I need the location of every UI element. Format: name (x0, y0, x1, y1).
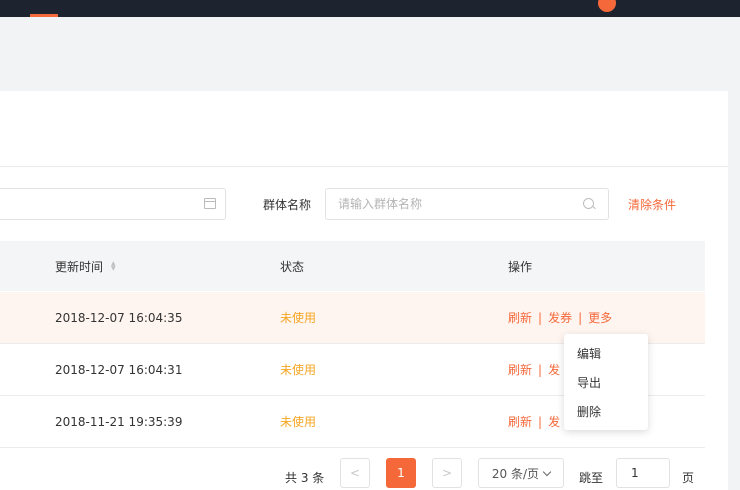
jump-page-input[interactable] (616, 458, 670, 488)
date-range-input[interactable] (0, 188, 226, 220)
active-nav-indicator (30, 14, 58, 17)
chevron-down-icon (542, 467, 552, 476)
sort-icon[interactable]: ▲ ▼ (111, 261, 116, 272)
search-icon[interactable] (583, 198, 594, 209)
actions-cell: 刷新 | 发 (508, 361, 561, 378)
menu-item-edit[interactable]: 编辑 (577, 345, 601, 362)
more-link[interactable]: 更多 (588, 309, 612, 326)
header-actions: 操作 (508, 259, 533, 274)
issue-coupon-link[interactable]: 发 (548, 361, 560, 378)
pagination-total: 共 3 条 (285, 471, 325, 485)
status-cell: 未使用 (280, 415, 317, 429)
issue-coupon-link[interactable]: 发 (548, 413, 560, 430)
card-divider (0, 166, 728, 167)
more-dropdown-menu: 编辑 导出 删除 (564, 334, 648, 430)
table-header: 更新时间 ▲ ▼ 状态 操作 (0, 241, 705, 291)
content-card: 群体名称 清除条件 更新时间 ▲▼ 状态 操作 2018-12-07 16:04… (0, 91, 728, 490)
update-time-cell: 2018-12-07 16:04:31 (55, 362, 183, 377)
issue-coupon-link[interactable]: 发券 (548, 309, 572, 326)
menu-item-delete[interactable]: 删除 (577, 403, 601, 420)
update-time-cell: 2018-12-07 16:04:35 (55, 310, 183, 325)
prev-page-button[interactable]: < (340, 458, 370, 488)
refresh-link[interactable]: 刷新 (508, 309, 532, 326)
group-name-search[interactable] (325, 188, 609, 220)
menu-item-export[interactable]: 导出 (577, 374, 601, 391)
update-time-cell: 2018-11-21 19:35:39 (55, 414, 183, 429)
page-unit-label: 页 (682, 471, 695, 485)
status-cell: 未使用 (280, 311, 317, 325)
status-cell: 未使用 (280, 363, 317, 377)
jump-to-label: 跳至 (579, 471, 604, 485)
user-avatar[interactable] (598, 0, 616, 12)
top-navbar (0, 0, 740, 17)
header-status: 状态 (280, 259, 305, 274)
refresh-link[interactable]: 刷新 (508, 361, 532, 378)
group-name-input[interactable] (338, 196, 568, 212)
group-name-label: 群体名称 (263, 198, 312, 212)
refresh-link[interactable]: 刷新 (508, 413, 532, 430)
calendar-icon (204, 198, 216, 209)
page-size-select[interactable]: 20 条/页 (478, 458, 564, 488)
header-update-time[interactable]: 更新时间 ▲ ▼ (55, 241, 116, 291)
next-page-button[interactable]: > (432, 458, 462, 488)
clear-filters-link[interactable]: 清除条件 (628, 196, 676, 213)
page-1-button[interactable]: 1 (386, 458, 416, 488)
actions-cell: 刷新 | 发 (508, 413, 561, 430)
